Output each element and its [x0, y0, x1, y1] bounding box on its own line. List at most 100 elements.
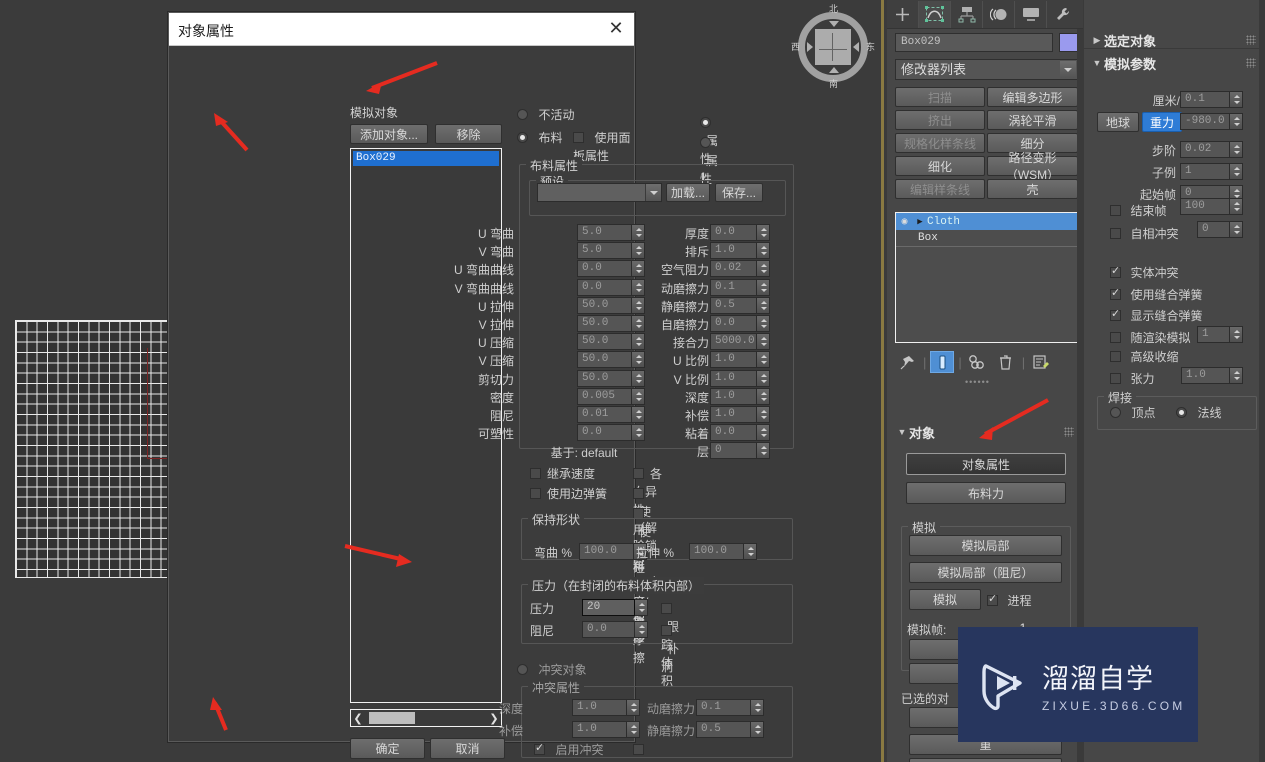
spinner-arrows-icon[interactable] — [757, 260, 770, 278]
cloth-param-value[interactable]: 0.02 — [710, 260, 757, 278]
collision-object-radio[interactable]: 冲突对象 — [517, 661, 586, 679]
self-collision-checkbox[interactable]: 自相冲突 — [1110, 225, 1178, 243]
cloth-param-spinner[interactable]: 1.0 — [710, 369, 770, 387]
spinner-arrows-icon[interactable] — [757, 351, 770, 369]
spinner-arrows-icon[interactable] — [757, 278, 770, 296]
spinner-arrows-icon[interactable] — [757, 333, 770, 351]
view-cube-arrow-north-icon[interactable] — [829, 21, 839, 27]
spinner-arrows-icon[interactable] — [757, 406, 770, 423]
simulate-button[interactable]: 模拟 — [909, 589, 981, 610]
step-spinner[interactable]: 0.02 — [1180, 141, 1243, 158]
spinner-arrows-icon[interactable] — [1230, 163, 1243, 180]
cloth-param-value[interactable]: 0 — [710, 442, 757, 460]
save-preset-button[interactable]: 保存... — [715, 183, 763, 202]
gravity-spinner[interactable]: -980.0 — [1180, 113, 1243, 130]
simulate-on-render-checkbox[interactable]: 随渲染模拟 — [1110, 329, 1190, 347]
cloth-param-value[interactable]: 0.0 — [710, 315, 757, 332]
modifier-button[interactable]: 编辑多边形 — [987, 87, 1078, 107]
modifier-stack-toolbar[interactable]: | | | — [895, 349, 1078, 375]
modifier-button[interactable]: 规格化样条线 — [895, 133, 985, 153]
cloth-param-value[interactable]: 0.01 — [577, 406, 632, 423]
object-properties-button[interactable]: 对象属性 — [906, 453, 1066, 475]
cloth-param-spinner[interactable]: 1.0 — [710, 406, 770, 423]
delete-button[interactable]: 删除 — [909, 758, 1062, 762]
collision-depth-spinner[interactable]: 1.0 — [572, 699, 640, 716]
spinner-arrows-icon[interactable] — [757, 442, 770, 460]
pressure-value[interactable]: 20 — [582, 599, 635, 616]
selected-object-rollout-header[interactable]: ▶ 选定对象 — [1090, 31, 1260, 49]
inactive-radio[interactable]: 不活动 — [517, 106, 574, 124]
display-icon[interactable] — [1015, 0, 1047, 28]
cancel-button[interactable]: 取消 — [430, 738, 505, 759]
simulate-on-render-spinner[interactable]: 1 — [1197, 326, 1243, 343]
cloth-param-spinner[interactable]: 0.005 — [577, 387, 645, 405]
spinner-arrows-icon[interactable] — [635, 599, 648, 616]
object-color-swatch[interactable] — [1059, 33, 1078, 52]
cloth-param-spinner[interactable]: 0.01 — [577, 406, 645, 423]
cloth-param-value[interactable]: 5000.0 — [710, 333, 757, 351]
modifier-button[interactable]: 路径变形（WSM） — [987, 151, 1078, 182]
object-name-field[interactable]: Box029 — [895, 33, 1053, 52]
panel-drag-handle[interactable]: •••••• — [965, 377, 990, 387]
stack-item-cloth[interactable]: ◉ ▶ Cloth — [896, 213, 1077, 230]
simulate-local-button[interactable]: 模拟局部 — [909, 535, 1062, 556]
keep-shape-stretch-value[interactable]: 100.0 — [689, 543, 744, 560]
cloth-param-value[interactable]: 1.0 — [710, 406, 757, 423]
spinner-arrows-icon[interactable] — [1230, 198, 1243, 215]
view-cube[interactable]: 北 南 西 东 — [790, 4, 876, 90]
advanced-shrink-checkbox[interactable]: 高级收缩 — [1110, 348, 1178, 366]
eye-icon[interactable]: ◉ — [896, 216, 913, 228]
cloth-param-value[interactable]: 0.0 — [710, 424, 757, 442]
listbox-horizontal-scrollbar[interactable]: ❮ ❯ — [350, 709, 502, 727]
view-cube-arrow-west-icon[interactable] — [807, 42, 813, 52]
modifier-button[interactable]: 涡轮平滑 — [987, 110, 1078, 130]
spinner-arrows-icon[interactable] — [1230, 221, 1243, 238]
cloth-param-value[interactable]: 0.0 — [577, 278, 632, 296]
end-frame-spinner[interactable]: 100 — [1180, 198, 1243, 215]
view-cube-arrow-east-icon[interactable] — [853, 42, 859, 52]
close-icon[interactable]: ✕ — [605, 19, 627, 39]
cloth-param-value[interactable]: 5.0 — [577, 242, 632, 260]
spinner-arrows-icon[interactable] — [1230, 367, 1243, 384]
cloth-radio[interactable]: 布料 — [517, 129, 562, 147]
cm-per-unit-value[interactable]: 0.1 — [1180, 91, 1230, 108]
load-preset-button[interactable]: 加载... — [666, 183, 710, 202]
cloth-param-value[interactable]: 5.0 — [577, 224, 632, 241]
cloth-param-value[interactable]: 50.0 — [577, 296, 632, 314]
cloth-param-spinner[interactable]: 50.0 — [577, 369, 645, 387]
collision-depth-value[interactable]: 1.0 — [572, 699, 627, 716]
cloth-param-spinner[interactable]: 5.0 — [577, 242, 645, 260]
cloth-param-value[interactable]: 1.0 — [710, 387, 757, 405]
configure-modifier-sets-icon[interactable] — [1029, 351, 1053, 373]
gravity-button[interactable]: 重力 — [1142, 112, 1182, 132]
end-frame-value[interactable]: 100 — [1180, 198, 1230, 215]
cloth-param-spinner[interactable]: 5000.0 — [710, 333, 770, 351]
cloth-param-spinner[interactable]: 1.0 — [710, 242, 770, 260]
cloth-param-spinner[interactable]: 0.0 — [577, 424, 645, 442]
cloth-param-spinner[interactable]: 5.0 — [577, 224, 645, 241]
cm-per-unit-spinner[interactable]: 0.1 — [1180, 91, 1243, 108]
end-frame-checkbox[interactable]: 结束帧 — [1110, 202, 1166, 220]
spinner-arrows-icon[interactable] — [751, 721, 764, 738]
motion-icon[interactable] — [983, 0, 1015, 28]
cloth-param-value[interactable]: 50.0 — [577, 351, 632, 369]
show-sewing-springs-checkbox[interactable]: 显示缝合弹簧 — [1110, 307, 1202, 325]
cloth-param-spinner[interactable]: 1.0 — [710, 387, 770, 405]
scrollbar-thumb[interactable] — [369, 712, 415, 724]
modifier-button[interactable]: 扫描 — [895, 87, 985, 107]
cloth-option-checkbox[interactable]: 使用边弹簧 — [530, 485, 607, 503]
simulate-on-render-value[interactable]: 1 — [1197, 326, 1230, 343]
spinner-arrows-icon[interactable] — [1230, 326, 1243, 343]
tension-spinner[interactable]: 1.0 — [1181, 367, 1243, 384]
pin-stack-icon[interactable] — [895, 351, 919, 373]
cloth-param-spinner[interactable]: 0.1 — [710, 278, 770, 296]
cloth-option-checkbox[interactable]: 继承速度 — [530, 465, 595, 483]
modifier-button[interactable]: 编辑样条线 — [895, 179, 985, 199]
spinner-arrows-icon[interactable] — [627, 699, 640, 716]
make-unique-icon[interactable] — [966, 351, 990, 373]
chevron-right-icon[interactable]: ▶ — [1090, 35, 1104, 46]
pressure-damping-value[interactable]: 0.0 — [582, 621, 635, 638]
triangle-right-icon[interactable]: ▶ — [913, 217, 927, 227]
spinner-arrows-icon[interactable] — [757, 369, 770, 387]
gravity-value[interactable]: -980.0 — [1180, 113, 1230, 130]
